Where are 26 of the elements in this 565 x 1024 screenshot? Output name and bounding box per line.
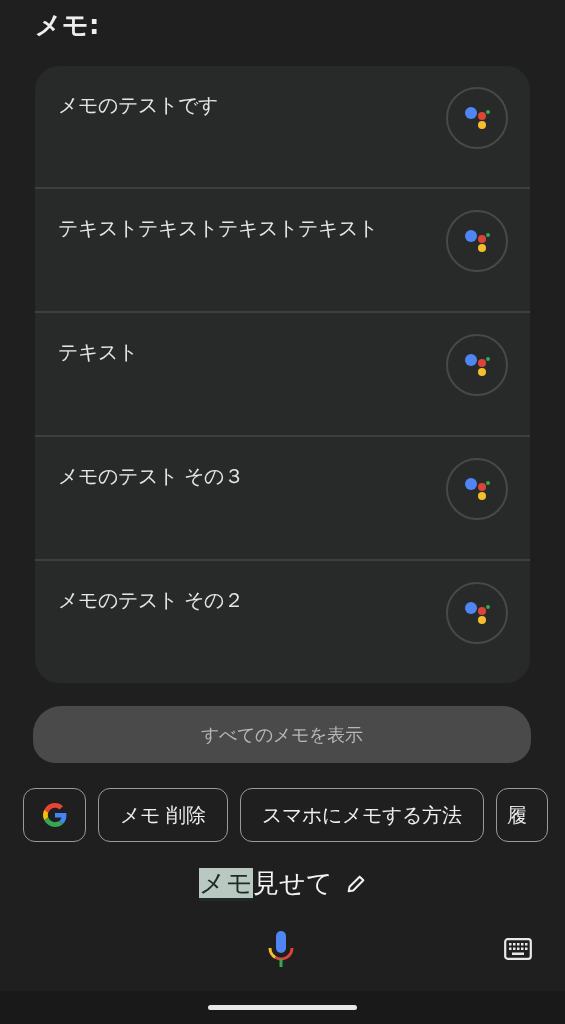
microphone-icon[interactable] <box>268 931 294 967</box>
memo-text[interactable]: メモのテスト その２ <box>58 587 245 614</box>
assistant-icon <box>463 475 491 503</box>
memo-text[interactable]: メモのテスト その３ <box>58 463 245 490</box>
assistant-button[interactable] <box>446 87 508 149</box>
memo-text[interactable]: メモのテストです <box>58 92 218 119</box>
memo-text[interactable]: テキスト <box>58 339 138 366</box>
screen-title: メモ: <box>35 9 101 42</box>
google-icon <box>42 803 67 827</box>
google-chip[interactable] <box>23 788 86 842</box>
suggestion-chip[interactable]: スマホにメモする方法 <box>240 788 485 842</box>
memo-text[interactable]: テキストテキストテキストテキスト <box>58 215 378 242</box>
query-text: メモ見せて <box>198 866 333 901</box>
home-handle[interactable] <box>208 1005 357 1010</box>
assistant-button[interactable] <box>446 210 508 272</box>
assistant-icon <box>463 599 491 627</box>
assistant-button[interactable] <box>446 458 508 520</box>
show-all-button[interactable]: すべてのメモを表示 <box>33 706 531 763</box>
keyboard-icon[interactable] <box>504 938 532 960</box>
suggestion-chip[interactable]: 履 <box>496 788 549 842</box>
assistant-button[interactable] <box>446 334 508 396</box>
assistant-icon <box>463 104 491 132</box>
assistant-button[interactable] <box>446 582 508 644</box>
assistant-icon <box>463 227 491 255</box>
suggestion-chip[interactable]: メモ 削除 <box>98 788 229 842</box>
assistant-icon <box>463 351 491 379</box>
